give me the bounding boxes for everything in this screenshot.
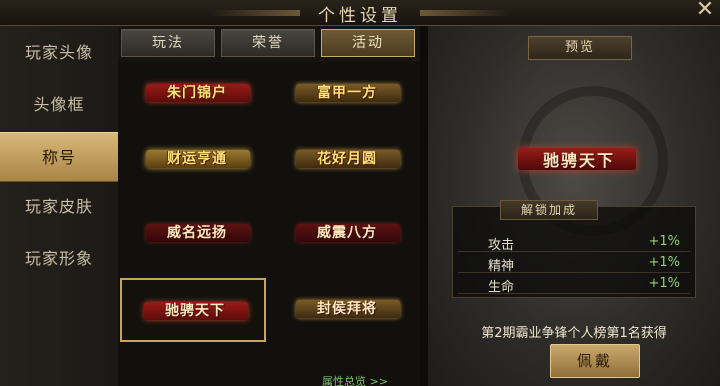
title-badge: 封侯拜将 bbox=[282, 292, 412, 324]
stat-name: 精神 bbox=[488, 259, 515, 274]
sidebar-item-avatar-frame[interactable]: 头像框 bbox=[0, 80, 118, 130]
attribute-overview-link[interactable]: 属性总览 >> bbox=[322, 373, 388, 386]
title-badge: 驰骋天下 bbox=[130, 294, 260, 326]
preview-title-badge: 驰骋天下 bbox=[506, 138, 646, 178]
title-label: 富甲一方 bbox=[317, 85, 377, 101]
title-cell[interactable]: 花好月圆 bbox=[274, 128, 420, 192]
title-badge: 威震八方 bbox=[282, 216, 412, 248]
wear-button[interactable]: 佩戴 bbox=[550, 344, 640, 378]
title-label: 封侯拜将 bbox=[317, 301, 377, 317]
sidebar-item-appearance[interactable]: 玩家形象 bbox=[0, 234, 118, 284]
title-label: 财运亨通 bbox=[167, 151, 227, 167]
header-ornament-right bbox=[420, 10, 510, 16]
title-label: 朱门锦户 bbox=[167, 85, 227, 101]
title-cell-selected[interactable]: 驰骋天下 bbox=[120, 278, 266, 342]
title-label: 驰骋天下 bbox=[165, 303, 225, 319]
title-obtain-description: 第2期霸业争锋个人榜第1名获得 bbox=[481, 326, 667, 341]
title-grid: 朱门锦户 富甲一方 财运亨通 花好月圆 威名远扬 威震八方 驰骋天下 封侯拜将 … bbox=[118, 62, 420, 386]
sidebar-item-title[interactable]: 称号 bbox=[0, 132, 118, 182]
title-badge: 朱门锦户 bbox=[132, 76, 262, 108]
sidebar-item-avatar[interactable]: 玩家头像 bbox=[0, 28, 118, 78]
title-label: 花好月圆 bbox=[317, 151, 377, 167]
title-badge: 花好月圆 bbox=[282, 142, 412, 174]
title-cell[interactable]: 威震八方 bbox=[274, 202, 420, 266]
preview-title-label: 驰骋天下 bbox=[542, 151, 615, 170]
page-title: 个性设置 bbox=[318, 6, 402, 26]
title-cell[interactable]: 财运亨通 bbox=[124, 128, 270, 192]
stat-value: +1% bbox=[648, 255, 680, 270]
stat-value: +1% bbox=[648, 234, 680, 249]
tab-gameplay[interactable]: 玩法 bbox=[121, 29, 215, 57]
stat-value: +1% bbox=[648, 276, 680, 291]
title-cell[interactable]: 富甲一方 bbox=[274, 62, 420, 126]
preview-panel: 预览 驰骋天下 解锁加成 攻击 +1% 精神 +1% 生命 +1% 第2期霸业争… bbox=[428, 26, 720, 386]
title-badge: 财运亨通 bbox=[132, 142, 262, 174]
title-cell[interactable]: 朱门锦户 bbox=[124, 62, 270, 126]
unlock-bonus-header: 解锁加成 bbox=[500, 200, 598, 220]
preview-tag: 预览 bbox=[528, 36, 632, 60]
stat-row: 攻击 +1% bbox=[458, 232, 690, 253]
title-label: 威震八方 bbox=[317, 225, 377, 241]
stat-row: 精神 +1% bbox=[458, 253, 690, 274]
sidebar: 玩家头像 头像框 ˅ 称号 玩家皮肤 玩家形象 bbox=[0, 26, 118, 386]
stat-row: 生命 +1% bbox=[458, 274, 690, 295]
title-label: 威名远扬 bbox=[167, 225, 227, 241]
title-badge: 威名远扬 bbox=[132, 216, 262, 248]
tab-event[interactable]: 活动 bbox=[321, 29, 415, 57]
stat-name: 生命 bbox=[488, 280, 515, 295]
tab-honor[interactable]: 荣誉 bbox=[221, 29, 315, 57]
category-tabs: 玩法 荣誉 活动 bbox=[118, 26, 420, 62]
stat-name: 攻击 bbox=[488, 238, 515, 253]
sidebar-item-skin[interactable]: 玩家皮肤 bbox=[0, 182, 118, 232]
title-badge: 富甲一方 bbox=[282, 76, 412, 108]
close-icon[interactable]: ✕ bbox=[694, 0, 716, 22]
title-cell[interactable]: 威名远扬 bbox=[124, 202, 270, 266]
title-bar: 个性设置 ✕ bbox=[0, 0, 720, 26]
title-cell[interactable]: 封侯拜将 bbox=[274, 278, 420, 342]
